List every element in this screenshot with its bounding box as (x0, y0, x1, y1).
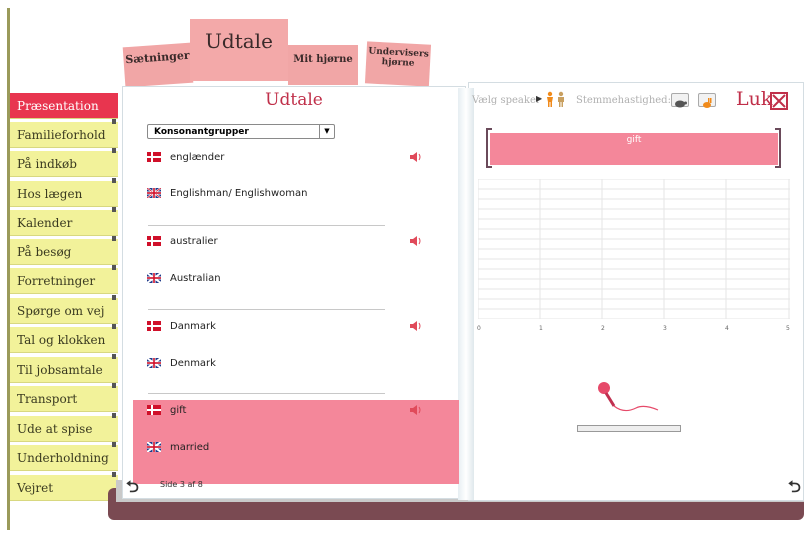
pitch-graph (478, 179, 790, 319)
entry-divider (148, 309, 385, 310)
bookmark-notch (112, 472, 116, 477)
danish-word: englænder (170, 152, 225, 163)
sidebar-item-paa-besoeg[interactable]: På besøg (10, 236, 118, 265)
page-title: Udtale (265, 90, 323, 110)
category-select[interactable]: Konsonantgrupper ▼ (147, 124, 335, 139)
speaker-icon[interactable] (410, 321, 422, 331)
turtle-icon[interactable] (671, 93, 689, 108)
speaker-choice-icon[interactable] (545, 91, 569, 107)
sidebar-item-label: Vejret (17, 481, 54, 495)
bookmark-notch (112, 265, 116, 270)
english-word: married (170, 442, 210, 453)
sidebar-item-label: Spørge om vej (17, 304, 105, 318)
speed-label: Stemmehastighed: (576, 95, 671, 106)
danish-word: gift (170, 405, 187, 416)
close-label[interactable]: Luk (736, 88, 772, 110)
x-tick: 1 (539, 325, 543, 332)
sidebar-item-label: På indkøb (17, 157, 77, 171)
recording-level-bar (577, 425, 681, 432)
speaker-icon[interactable] (410, 152, 422, 162)
english-word: Englishman/ Englishwoman (170, 188, 308, 199)
bookmark-notch (112, 442, 116, 447)
x-tick: 0 (477, 325, 481, 332)
sidebar-item-ude-at-spise[interactable]: Ude at spise (10, 413, 118, 442)
close-icon[interactable] (770, 92, 788, 110)
tab-undervisers-hjorne[interactable]: Undervisers hjørne (364, 41, 432, 87)
sidebar-item-label: Tal og klokken (17, 333, 106, 347)
bookmark-notch (112, 207, 116, 212)
flag-dk-icon (147, 405, 161, 415)
sidebar-item-hos-laegen[interactable]: Hos lægen (10, 178, 118, 207)
flag-uk-icon (147, 273, 161, 283)
flag-dk-icon (147, 236, 161, 246)
tab-mit-hjorne[interactable]: Mit hjørne (288, 45, 358, 85)
page-indicator: Side 3 af 8 (160, 480, 203, 489)
entry-divider (148, 225, 385, 226)
bookmark-notch (112, 295, 116, 300)
speaker-icon[interactable] (410, 405, 422, 415)
sidebar-item-label: Transport (17, 392, 78, 406)
rabbit-icon[interactable] (698, 93, 716, 108)
sidebar-item-transport[interactable]: Transport (10, 383, 118, 412)
english-word: Australian (170, 273, 221, 284)
sidebar-item-label: Til jobsamtale (17, 363, 103, 377)
bookmark-notch (112, 178, 116, 183)
sidebar-item-paa-indkoeb[interactable]: På indkøb (10, 148, 118, 177)
sidebar-item-label: Hos lægen (17, 187, 83, 201)
flag-uk-icon (147, 442, 161, 452)
x-tick: 4 (725, 325, 729, 332)
danish-word: australier (170, 236, 218, 247)
sidebar-item-forretninger[interactable]: Forretninger (10, 265, 118, 294)
flag-uk-icon (147, 358, 161, 368)
tab-udtale[interactable]: Udtale (190, 19, 288, 81)
sidebar-item-underholdning[interactable]: Underholdning (10, 442, 118, 471)
arrow-left-icon[interactable]: ⮌ (126, 476, 139, 503)
english-word: Denmark (170, 358, 216, 369)
bookmark-notch (112, 236, 116, 241)
bookmark-notch (112, 324, 116, 329)
danish-word: Danmark (170, 321, 216, 332)
sidebar-item-label: Ude at spise (17, 422, 93, 436)
sidebar-item-kalender[interactable]: Kalender (10, 207, 118, 236)
sidebar-item-tal-og-klokken[interactable]: Tal og klokken (10, 324, 118, 353)
bookmark-notch (112, 148, 116, 153)
current-word-banner: gift (490, 133, 778, 165)
bookmark-notch (112, 383, 116, 388)
x-tick: 3 (663, 325, 667, 332)
play-arrow-icon: ▶ (536, 94, 543, 103)
sidebar-item-label: Underholdning (17, 451, 109, 465)
sidebar-item-label: Forretninger (17, 274, 96, 288)
sidebar-item-familieforhold[interactable]: Familieforhold (10, 119, 118, 148)
chevron-down-icon[interactable]: ▼ (319, 125, 334, 138)
arrow-right-icon[interactable]: ⮌ (788, 476, 801, 503)
bookmark-notch (112, 354, 116, 359)
flag-dk-icon (147, 152, 161, 162)
microphone-icon[interactable] (592, 380, 662, 420)
book-spine (458, 88, 474, 500)
category-select-value: Konsonantgrupper (154, 127, 249, 137)
x-tick: 2 (601, 325, 605, 332)
sidebar-item-label: Familieforhold (17, 128, 106, 142)
sidebar-item-praesentation[interactable]: Præsentation (10, 93, 118, 119)
tab-saetninger[interactable]: Sætninger (122, 42, 194, 88)
bookmark-notch (112, 413, 116, 418)
x-tick: 5 (786, 325, 790, 332)
flag-uk-icon (147, 188, 161, 198)
bookmark-notch (112, 119, 116, 124)
entry-divider (148, 393, 385, 394)
sidebar-item-vejret[interactable]: Vejret (10, 472, 118, 501)
flag-dk-icon (147, 321, 161, 331)
speaker-label: Vælg speaker (472, 95, 541, 106)
sidebar-item-label: Præsentation (17, 99, 99, 113)
speaker-icon[interactable] (410, 236, 422, 246)
sidebar-item-label: Kalender (17, 216, 73, 230)
sidebar-item-spoerge-om-vej[interactable]: Spørge om vej (10, 295, 118, 324)
banner-bracket-right (775, 128, 781, 168)
sidebar-item-label: På besøg (17, 245, 72, 259)
sidebar-item-til-jobsamtale[interactable]: Til jobsamtale (10, 354, 118, 383)
